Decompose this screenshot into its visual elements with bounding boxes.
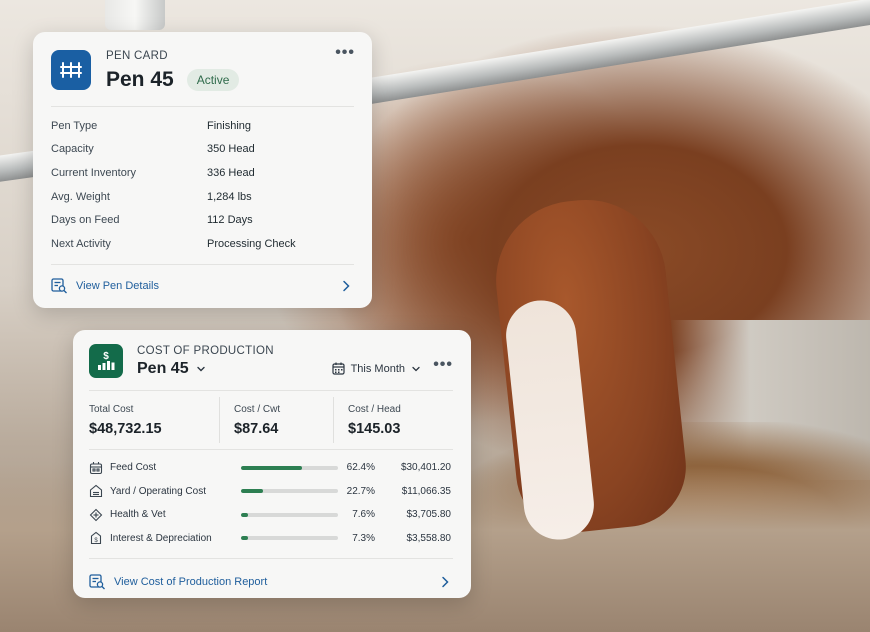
pen-name: Pen 45 (106, 68, 174, 91)
stat-total-cost: Total Cost $48,732.15 (89, 397, 219, 443)
chevron-right-icon (442, 576, 449, 588)
stat-label: Cost / Cwt (234, 403, 281, 415)
chevron-down-icon (412, 366, 420, 371)
stat-value: $48,732.15 (89, 420, 162, 437)
pen-detail-row: Capacity 350 Head (51, 138, 354, 162)
details-search-icon (51, 278, 67, 294)
pen-detail-label: Days on Feed (51, 214, 120, 227)
stat-cost-per-head: Cost / Head $145.03 (333, 397, 401, 443)
health-icon (89, 508, 103, 522)
view-pen-details-link[interactable]: View Pen Details (51, 265, 354, 308)
cost-row-label: Yard / Operating Cost (110, 485, 206, 497)
cost-of-production-card: $ COST OF PRODUCTION Pen 45 This Month •… (73, 330, 471, 598)
cost-row: $ Interest & Depreciation 7.3% $3,558.80 (89, 527, 453, 551)
pen-detail-row: Avg. Weight 1,284 lbs (51, 185, 354, 209)
cost-share-bar (241, 512, 338, 517)
cost-row-label: Health & Vet (110, 509, 166, 521)
pen-detail-row: Pen Type Finishing (51, 114, 354, 138)
chevron-down-icon (196, 366, 205, 371)
cost-share-bar (241, 465, 338, 470)
cost-row-percent: 7.3% (352, 532, 375, 544)
pen-card-title: Pen 45 Active (106, 68, 240, 92)
selected-pen: Pen 45 (137, 359, 189, 377)
stat-value: $145.03 (348, 420, 401, 437)
period-selector[interactable]: This Month (331, 362, 421, 375)
pen-detail-label: Capacity (51, 143, 94, 156)
view-cost-report-label: View Cost of Production Report (114, 576, 268, 588)
pen-card-more-icon[interactable]: ••• (335, 45, 355, 61)
cost-share-bar (241, 489, 338, 494)
cost-row-percent: 22.7% (346, 485, 375, 497)
cost-row-label: Interest & Depreciation (110, 532, 212, 544)
pen-fence-icon (51, 50, 91, 90)
cost-row: Feed Cost 62.4% $30,401.20 (89, 456, 453, 480)
divider (89, 558, 453, 559)
feed-icon (89, 461, 103, 474)
cost-row-percent: 62.4% (346, 462, 375, 474)
pen-detail-value: 350 Head (207, 143, 255, 156)
pen-detail-value: 1,284 lbs (207, 190, 252, 203)
stat-label: Total Cost (89, 403, 134, 415)
cost-share-fill (241, 512, 249, 517)
yard-icon (89, 485, 103, 498)
status-badge: Active (186, 69, 240, 91)
cost-row: Yard / Operating Cost 22.7% $11,066.35 (89, 480, 453, 504)
chevron-right-icon (343, 280, 350, 292)
cost-breakdown-list: Feed Cost 62.4% $30,401.20 Yard / Operat… (89, 450, 453, 550)
cost-row-amount: $11,066.35 (401, 485, 451, 497)
cost-row-amount: $3,558.80 (406, 532, 452, 544)
pen-detail-value: 112 Days (207, 214, 253, 227)
pen-detail-row: Current Inventory 336 Head (51, 161, 354, 185)
cost-card-more-icon[interactable]: ••• (433, 357, 453, 373)
pen-detail-row: Days on Feed 112 Days (51, 208, 354, 232)
pen-detail-value: Finishing (207, 119, 252, 132)
dollar-chart-icon: $ (89, 344, 123, 378)
cost-row-label: Feed Cost (110, 462, 157, 474)
cost-card-eyebrow: COST OF PRODUCTION (137, 344, 274, 357)
pen-detail-label: Current Inventory (51, 166, 136, 179)
pen-detail-label: Pen Type (51, 119, 98, 132)
cost-share-fill (241, 465, 302, 470)
cost-share-fill (241, 536, 249, 541)
pen-detail-value: 336 Head (207, 166, 255, 179)
svg-text:$: $ (103, 351, 109, 362)
view-pen-details-label: View Pen Details (76, 280, 159, 293)
pen-selector[interactable]: Pen 45 (137, 360, 274, 378)
pen-card-eyebrow: PEN CARD (106, 50, 168, 62)
calendar-icon (331, 362, 345, 375)
cost-row-percent: 7.6% (352, 509, 375, 521)
pen-card: PEN CARD Pen 45 Active ••• Pen Type Finis… (33, 32, 372, 308)
report-search-icon (89, 574, 105, 590)
cost-share-bar (241, 536, 338, 541)
view-cost-report-link[interactable]: View Cost of Production Report (89, 562, 453, 602)
pen-details-list: Pen Type Finishing Capacity 350 Head Curre… (51, 107, 354, 264)
pen-detail-row: Next Activity Processing Check (51, 232, 354, 256)
cost-share-fill (241, 489, 264, 494)
cost-summary: Total Cost $48,732.15 Cost / Cwt $87.64 … (89, 391, 453, 449)
pen-detail-value: Processing Check (207, 237, 296, 250)
interest-icon: $ (90, 532, 102, 545)
cost-row-amount: $30,401.20 (400, 462, 451, 474)
pen-detail-label: Next Activity (51, 237, 111, 250)
cost-row: Health & Vet 7.6% $3,705.80 (89, 503, 453, 527)
cost-row-amount: $3,705.80 (406, 509, 452, 521)
period-label: This Month (350, 362, 405, 375)
stat-label: Cost / Head (348, 403, 401, 415)
pen-detail-label: Avg. Weight (51, 190, 110, 203)
stat-value: $87.64 (234, 420, 279, 437)
stat-cost-per-cwt: Cost / Cwt $87.64 (219, 397, 333, 443)
